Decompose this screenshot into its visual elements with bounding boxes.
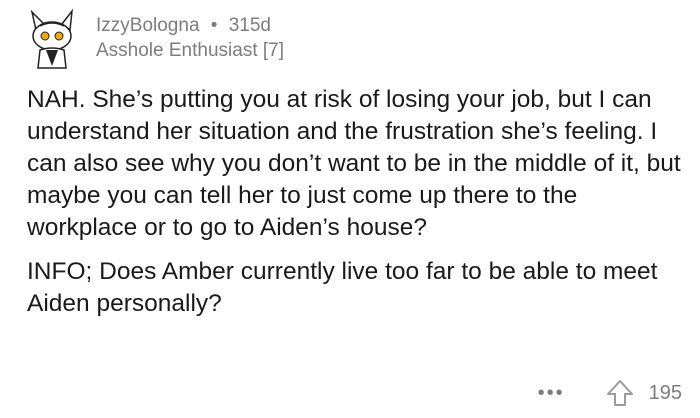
comment-actions: ••• 195 [538,378,682,408]
comment-body: NAH. She’s putting you at risk of losing… [27,84,687,332]
separator-dot: • [210,15,218,36]
comment-meta: IzzyBologna • 315d Asshole Enthusiast [7… [96,14,284,64]
meta-line: IzzyBologna • 315d [96,14,284,38]
user-avatar[interactable] [22,8,84,70]
comment-paragraph: INFO; Does Amber currently live too far … [27,258,658,317]
comment-paragraph: NAH. She’s putting you at risk of losing… [27,86,681,241]
user-flair: Asshole Enthusiast [7] [96,40,284,61]
username[interactable]: IzzyBologna [96,15,200,36]
comment-age: 315d [228,15,272,36]
more-options-icon[interactable]: ••• [538,382,565,405]
upvote-arrow-icon[interactable] [605,378,635,408]
vote-score: 195 [648,381,682,404]
comment-header: IzzyBologna • 315d Asshole Enthusiast [7… [22,8,284,70]
